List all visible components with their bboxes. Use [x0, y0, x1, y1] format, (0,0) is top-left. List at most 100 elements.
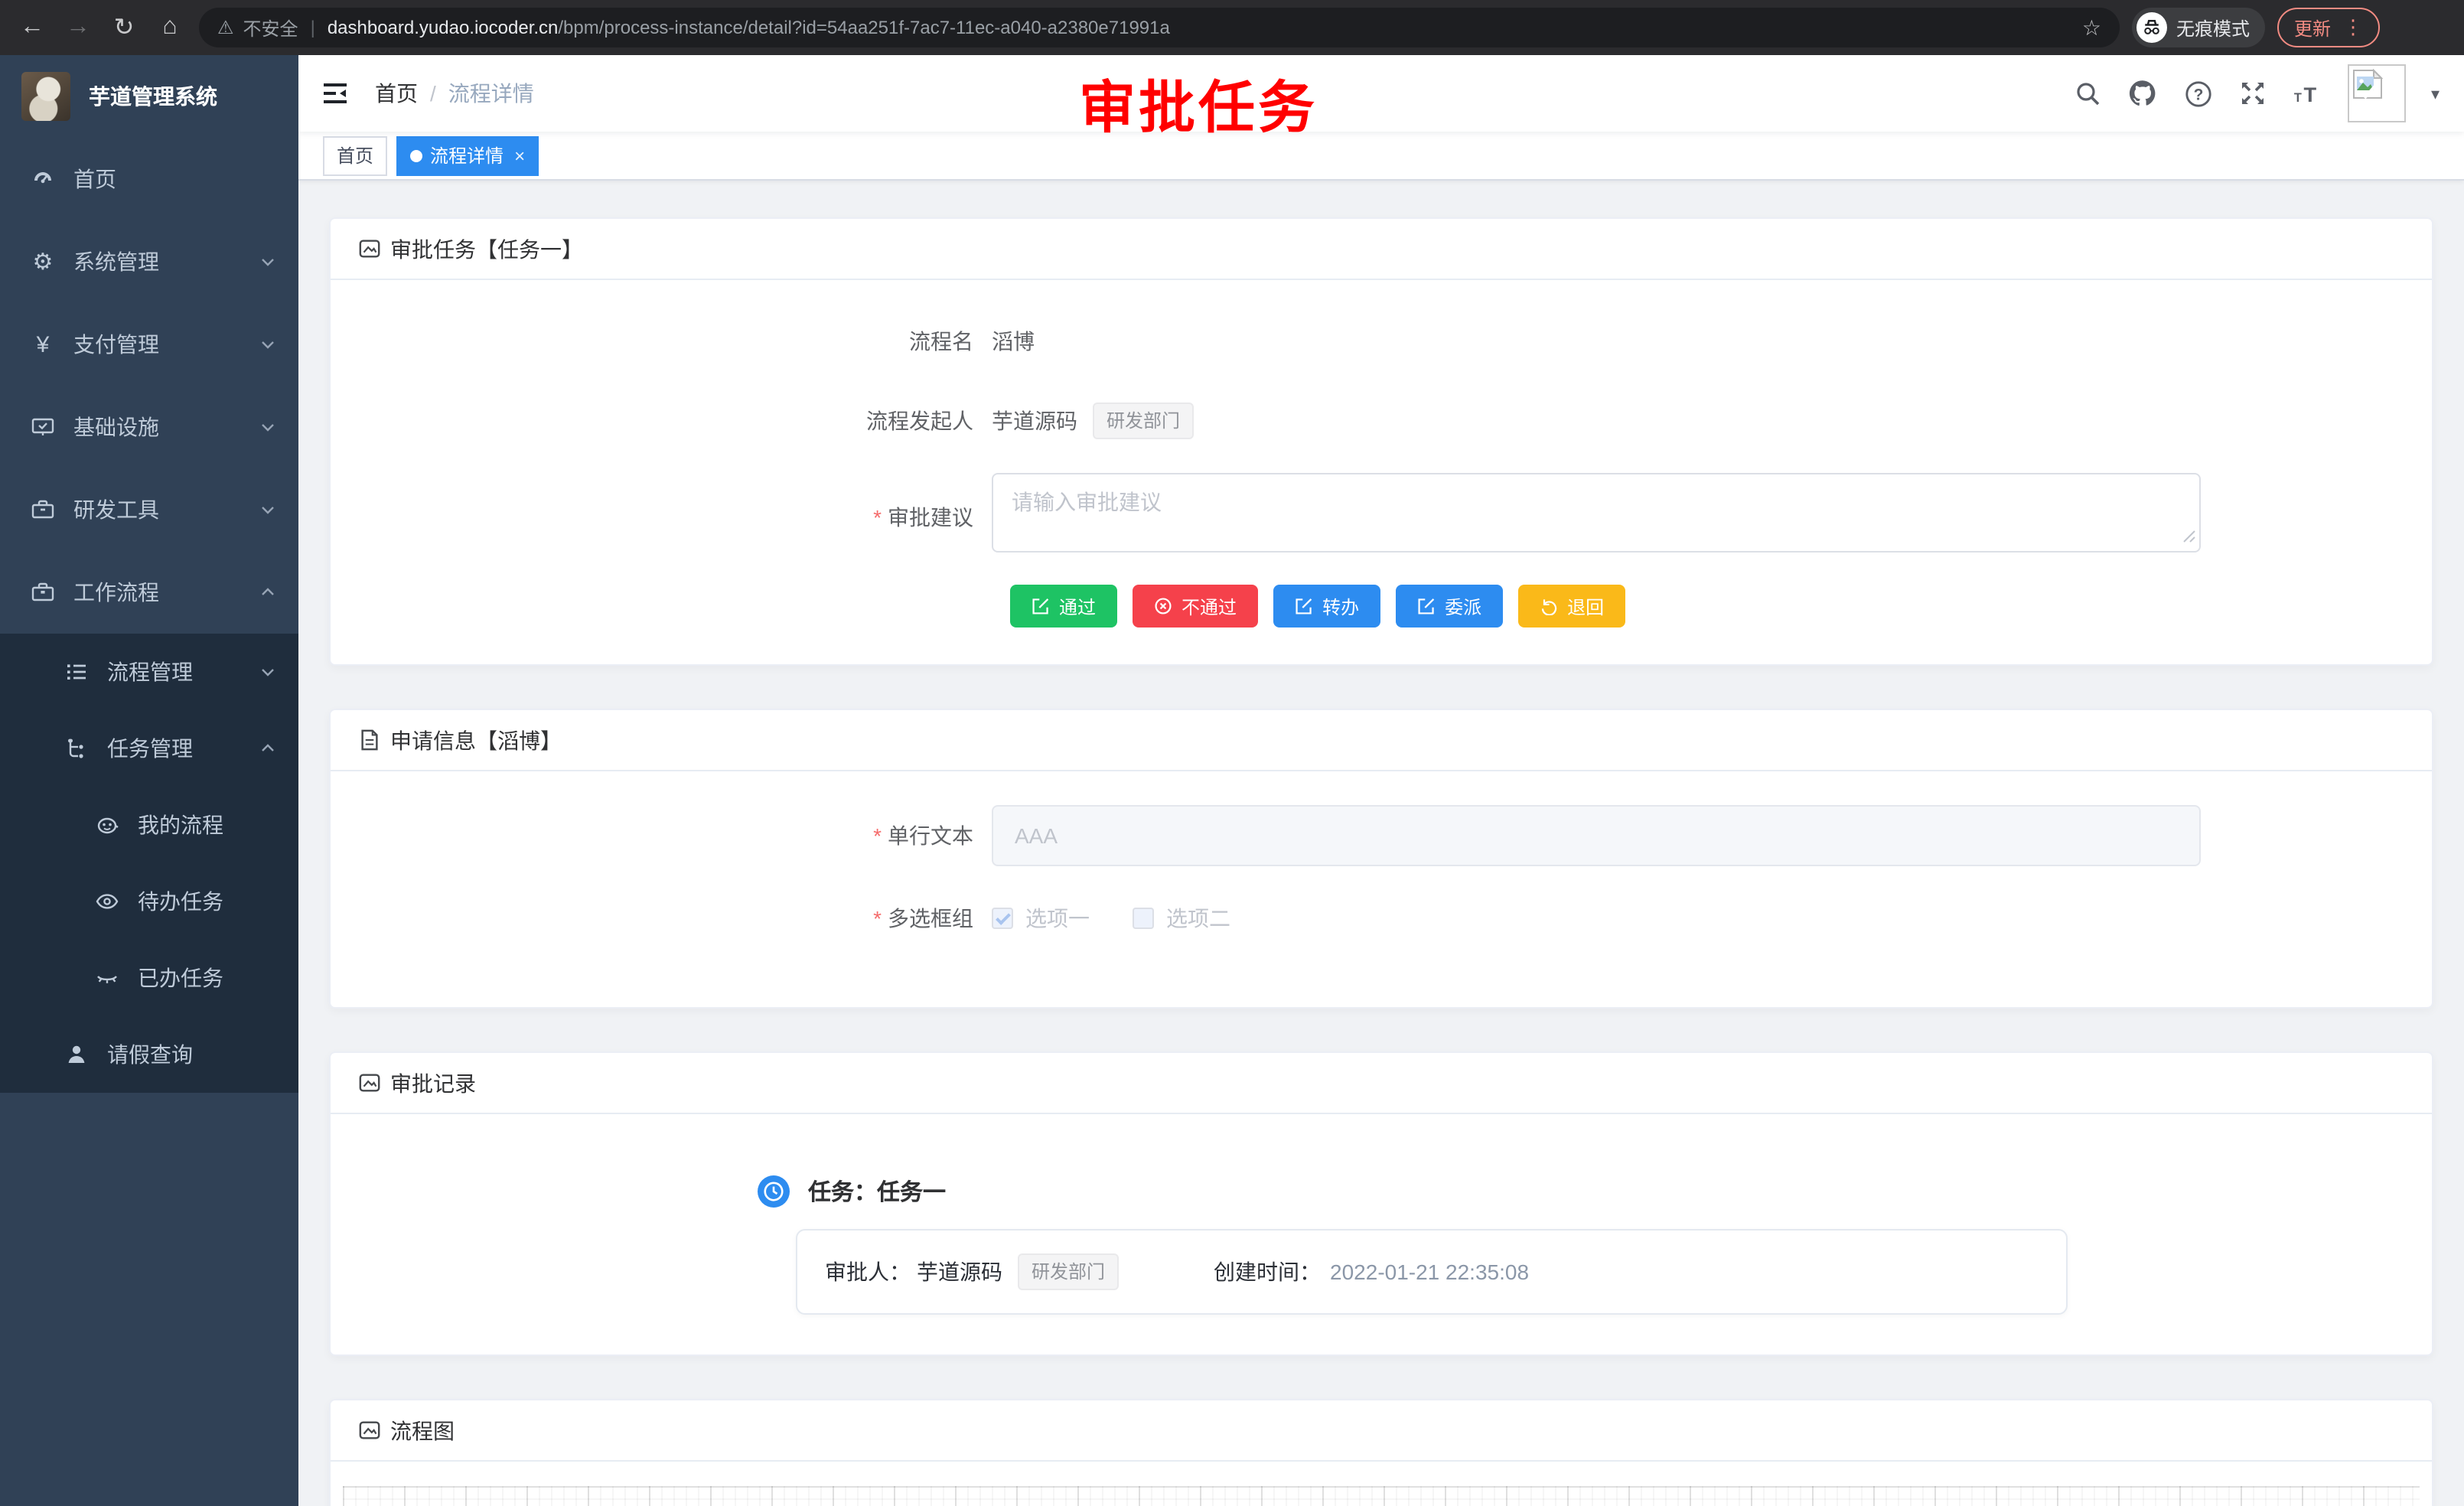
dept-tag: 研发部门 — [1093, 403, 1194, 439]
required-star: * — [873, 906, 882, 931]
button-label: 转办 — [1322, 593, 1359, 619]
sidebar-item-label: 任务管理 — [107, 733, 259, 764]
create-time-value: 2022-01-21 22:35:08 — [1330, 1260, 1529, 1284]
address-bar[interactable]: ⚠ 不安全 | dashboard.yudao.iocoder.cn/bpm/p… — [199, 8, 2120, 47]
return-button[interactable]: 退回 — [1518, 585, 1625, 628]
checkbox-option-1: 选项一 — [992, 903, 1090, 934]
monitor-icon — [31, 415, 55, 439]
picture-icon — [358, 237, 381, 260]
tab-home[interactable]: 首页 — [323, 135, 387, 175]
sidebar: 芋道管理系统 首页 ⚙ 系统管理 ¥ 支付管理 — [0, 55, 298, 1506]
sidebar-item-label: 基础设施 — [73, 412, 259, 442]
card-title: 审批任务【任务一】 — [390, 233, 583, 264]
chevron-up-icon — [259, 583, 277, 601]
reject-button[interactable]: 不通过 — [1133, 585, 1258, 628]
form-row-suggestion: *审批建议 — [331, 473, 2432, 560]
browser-reload-button[interactable]: ↻ — [107, 12, 141, 43]
sidebar-item-task-mgmt[interactable]: 任务管理 — [0, 710, 298, 787]
svg-text:?: ? — [2194, 86, 2204, 103]
card-header: 审批任务【任务一】 — [331, 219, 2432, 280]
app-logo-avatar — [21, 72, 70, 121]
tab-close-icon[interactable]: × — [514, 145, 525, 166]
avatar[interactable] — [2348, 64, 2407, 122]
sidebar-item-home[interactable]: 首页 — [0, 138, 298, 220]
card-header: 审批记录 — [331, 1053, 2432, 1114]
github-icon[interactable] — [2128, 78, 2159, 109]
checkbox-option-2: 选项二 — [1133, 903, 1230, 934]
card-title: 流程图 — [390, 1415, 455, 1446]
incognito-icon — [2136, 12, 2167, 43]
sidebar-item-label: 支付管理 — [73, 329, 259, 360]
breadcrumb-current: 流程详情 — [448, 78, 534, 109]
tab-process-detail[interactable]: 流程详情 × — [396, 135, 539, 175]
tabs-bar: 首页 流程详情 × — [298, 132, 2464, 181]
bookmark-star-icon[interactable]: ☆ — [2082, 15, 2101, 41]
sidebar-item-leave-query[interactable]: 请假查询 — [0, 1016, 298, 1093]
sidebar-item-workflow[interactable]: 工作流程 — [0, 551, 298, 634]
incognito-badge: 无痕模式 — [2132, 8, 2265, 47]
sidebar-item-label: 已办任务 — [138, 963, 277, 993]
suggestion-textarea[interactable] — [992, 473, 2201, 553]
button-label: 通过 — [1059, 593, 1096, 619]
sidebar-fold-icon[interactable] — [320, 77, 354, 110]
browser-forward-button[interactable]: → — [61, 14, 95, 41]
card-title: 审批记录 — [390, 1068, 476, 1098]
sidebar-item-my-process[interactable]: 我的流程 — [0, 787, 298, 863]
sidebar-item-payment[interactable]: ¥ 支付管理 — [0, 303, 298, 386]
sidebar-item-devtools[interactable]: 研发工具 — [0, 468, 298, 551]
sidebar-item-label: 系统管理 — [73, 246, 259, 277]
button-label: 委派 — [1445, 593, 1481, 619]
font-size-icon[interactable]: TT — [2293, 78, 2324, 109]
chevron-down-icon — [259, 500, 277, 519]
page-content: 审批任务【任务一】 流程名 滔博 流程发起人 芋道源码 研发部门 — [298, 181, 2464, 1506]
form-row-checkbox-group: *多选框组 选项一 选项二 — [331, 891, 2432, 946]
checkbox-label: 选项二 — [1166, 903, 1230, 934]
transfer-button[interactable]: 转办 — [1273, 585, 1380, 628]
approve-button[interactable]: 通过 — [1010, 585, 1117, 628]
fullscreen-icon[interactable] — [2238, 78, 2269, 109]
help-icon[interactable]: ? — [2183, 78, 2214, 109]
edit-icon — [1417, 597, 1436, 615]
picture-icon — [358, 1419, 381, 1442]
tab-label: 首页 — [337, 142, 373, 168]
breadcrumb-home[interactable]: 首页 — [375, 78, 418, 109]
security-label: 不安全 — [243, 15, 298, 41]
toolbox-icon — [31, 497, 55, 522]
flow-diagram-card: 流程图 — [329, 1399, 2433, 1506]
user-icon — [64, 1042, 89, 1067]
search-icon[interactable] — [2073, 78, 2104, 109]
sidebar-item-process-mgmt[interactable]: 流程管理 — [0, 634, 298, 710]
browser-back-button[interactable]: ← — [15, 14, 49, 41]
gear-icon: ⚙ — [31, 249, 55, 274]
browser-update-button[interactable]: 更新 ⋮ — [2277, 8, 2380, 47]
navbar-actions: ? TT ▾ — [2073, 64, 2440, 122]
checkbox-label: 选项一 — [1025, 903, 1090, 934]
svg-text:T: T — [2295, 91, 2303, 105]
field-label: *多选框组 — [331, 903, 992, 934]
field-label: 流程名 — [331, 326, 992, 357]
bpmn-canvas-wrap — [331, 1462, 2432, 1506]
approver-label: 审批人： — [825, 1257, 911, 1287]
sidebar-item-todo-tasks[interactable]: 待办任务 — [0, 863, 298, 940]
sidebar-item-infra[interactable]: 基础设施 — [0, 386, 298, 468]
process-name-value: 滔博 — [992, 326, 1035, 357]
field-label: *单行文本 — [331, 820, 992, 851]
field-label: 流程发起人 — [331, 406, 992, 436]
approve-task-card: 审批任务【任务一】 流程名 滔博 流程发起人 芋道源码 研发部门 — [329, 217, 2433, 666]
url-separator: | — [311, 17, 315, 38]
bpmn-grid-canvas[interactable] — [343, 1486, 2420, 1506]
sidebar-item-done-tasks[interactable]: 已办任务 — [0, 940, 298, 1016]
browser-home-button[interactable]: ⌂ — [153, 14, 187, 41]
button-label: 退回 — [1567, 593, 1604, 619]
chevron-down-icon — [259, 253, 277, 271]
avatar-caret-icon[interactable]: ▾ — [2431, 83, 2440, 103]
app-logo-row[interactable]: 芋道管理系统 — [0, 55, 298, 138]
browser-toolbar: ← → ↻ ⌂ ⚠ 不安全 | dashboard.yudao.iocoder.… — [0, 0, 2464, 55]
sidebar-item-system[interactable]: ⚙ 系统管理 — [0, 220, 298, 303]
browser-menu-icon[interactable]: ⋮ — [2343, 15, 2363, 40]
delegate-button[interactable]: 委派 — [1396, 585, 1503, 628]
field-label: *审批建议 — [331, 501, 992, 532]
checkbox-checked-icon — [992, 908, 1013, 929]
app-title: 芋道管理系统 — [89, 81, 217, 112]
record-detail-card: 审批人： 芋道源码 研发部门 创建时间： 2022-01-21 22:35:08 — [796, 1229, 2068, 1315]
